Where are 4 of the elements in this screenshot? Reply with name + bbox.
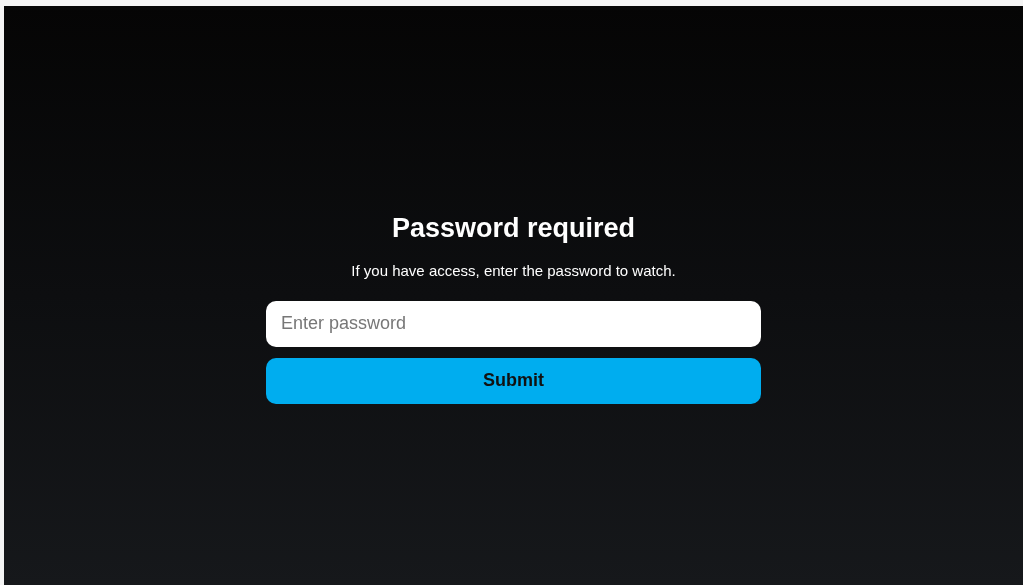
password-field[interactable]: Enter password — [266, 300, 761, 347]
dialog-title: Password required — [391, 212, 636, 245]
instruction-text: If you have access, enter the password to watch. — [351, 261, 676, 282]
submit-button[interactable]: Submit — [266, 357, 761, 404]
